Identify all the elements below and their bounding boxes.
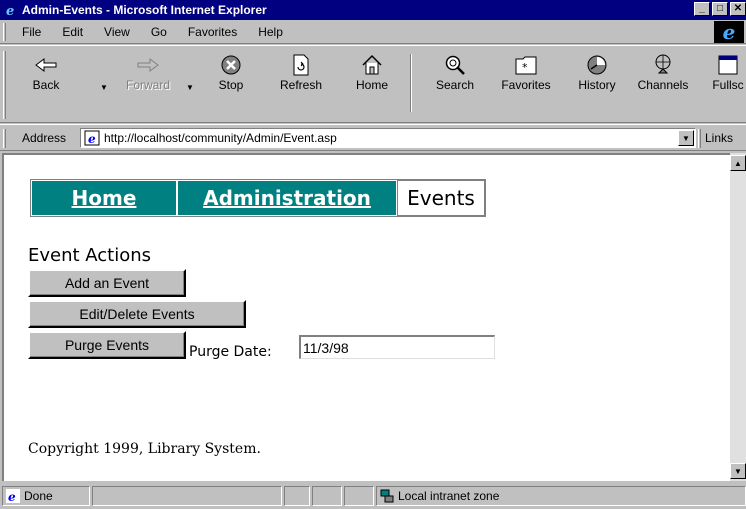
status-zone-panel: Local intranet zone [376, 486, 746, 506]
channels-icon [650, 52, 676, 78]
scroll-up-icon[interactable]: ▲ [730, 155, 746, 171]
minimize-button[interactable]: _ [694, 2, 710, 16]
standard-toolbar: Back ▼ Forward ▼ Stop Refresh Home Searc… [0, 45, 746, 123]
nav-events-current: Events [397, 180, 485, 216]
svg-text:*: * [522, 61, 528, 74]
refresh-label: Refresh [279, 78, 323, 92]
back-dropdown-icon[interactable]: ▼ [100, 83, 108, 92]
favorites-label: Favorites [501, 78, 551, 92]
address-dropdown-icon[interactable]: ▼ [678, 130, 694, 146]
ie-window-icon: e [3, 2, 19, 18]
home-icon [359, 52, 385, 78]
status-done-panel: e Done [2, 486, 90, 506]
maximize-button[interactable]: □ [712, 2, 728, 16]
menu-file[interactable]: File [12, 25, 52, 39]
toolbar-grip[interactable] [3, 51, 6, 119]
window-title: Admin-Events - Microsoft Internet Explor… [22, 3, 267, 17]
status-panel-3 [284, 486, 310, 506]
search-label: Search [435, 78, 475, 92]
nav-home-link[interactable]: Home [31, 180, 177, 216]
search-button[interactable]: Search [432, 49, 478, 119]
menu-grip[interactable] [3, 23, 6, 41]
title-bar[interactable]: e Admin-Events - Microsoft Internet Expl… [0, 0, 746, 20]
purge-events-button[interactable]: Purge Events [28, 331, 186, 359]
nav-administration-link[interactable]: Administration [177, 180, 397, 216]
event-actions-heading: Event Actions [28, 245, 152, 266]
stop-icon [218, 52, 244, 78]
address-input[interactable]: e http://localhost/community/Admin/Event… [80, 128, 696, 148]
status-panel-4 [312, 486, 342, 506]
stop-label: Stop [218, 78, 244, 92]
svg-text:e: e [6, 4, 14, 18]
fullscreen-label: Fullsc [712, 78, 744, 92]
menu-view[interactable]: View [94, 25, 141, 39]
forward-label: Forward [125, 78, 170, 92]
status-progress-panel [92, 486, 282, 506]
page-icon: e [84, 130, 100, 146]
stop-button[interactable]: Stop [212, 49, 250, 119]
forward-dropdown-icon[interactable]: ▼ [186, 83, 194, 92]
back-arrow-icon [33, 52, 59, 78]
menu-bar: File Edit View Go Favorites Help e [0, 20, 746, 44]
links-grip[interactable] [698, 129, 701, 148]
status-done-text: Done [24, 489, 53, 503]
address-bar: Address e http://localhost/community/Adm… [0, 124, 746, 151]
address-url[interactable]: http://localhost/community/Admin/Event.a… [104, 131, 337, 145]
home-label: Home [355, 78, 388, 92]
history-icon [584, 52, 610, 78]
menu-go[interactable]: Go [141, 25, 178, 39]
history-label: History [578, 78, 616, 92]
nav-breadcrumb: Home Administration Events [30, 179, 486, 217]
menu-edit[interactable]: Edit [52, 25, 94, 39]
status-bar: e Done Local intranet zone [0, 483, 746, 509]
vertical-scrollbar[interactable]: ▲ ▼ [730, 153, 746, 481]
back-label: Back [32, 78, 60, 92]
forward-button[interactable]: Forward [120, 49, 176, 119]
add-event-button[interactable]: Add an Event [28, 269, 186, 297]
copyright-text: Copyright 1999, Library System. [28, 441, 261, 457]
toolbar-separator [410, 54, 412, 112]
refresh-icon [288, 52, 314, 78]
scroll-down-icon[interactable]: ▼ [730, 463, 746, 479]
status-panel-5 [344, 486, 374, 506]
refresh-button[interactable]: Refresh [276, 49, 326, 119]
svg-text:e: e [88, 132, 96, 146]
ie-logo-icon: e [714, 20, 744, 44]
forward-arrow-icon [135, 52, 161, 78]
favorites-icon: * [513, 52, 539, 78]
address-grip[interactable] [3, 129, 6, 148]
edit-delete-events-button[interactable]: Edit/Delete Events [28, 300, 246, 328]
menu-help[interactable]: Help [248, 25, 294, 39]
links-button[interactable]: Links [705, 131, 733, 145]
back-button[interactable]: Back [26, 49, 66, 119]
home-button[interactable]: Home [352, 49, 392, 119]
channels-button[interactable]: Channels [634, 49, 692, 119]
page-content: Home Administration Events Event Actions… [2, 153, 730, 481]
status-zone-text: Local intranet zone [398, 489, 500, 503]
svg-text:e: e [8, 490, 16, 503]
search-icon [442, 52, 468, 78]
purge-date-label: Purge Date: [189, 344, 272, 360]
history-button[interactable]: History [574, 49, 620, 119]
close-button[interactable]: ✕ [730, 2, 746, 16]
fullscreen-icon [715, 52, 741, 78]
fullscreen-button[interactable]: Fullsc [706, 49, 746, 119]
purge-date-input[interactable] [299, 335, 495, 359]
ie-status-icon: e [6, 489, 20, 503]
menu-favorites[interactable]: Favorites [178, 25, 248, 39]
favorites-button[interactable]: * Favorites [496, 49, 556, 119]
intranet-zone-icon [380, 489, 394, 503]
channels-label: Channels [637, 78, 689, 92]
address-label: Address [22, 131, 67, 145]
